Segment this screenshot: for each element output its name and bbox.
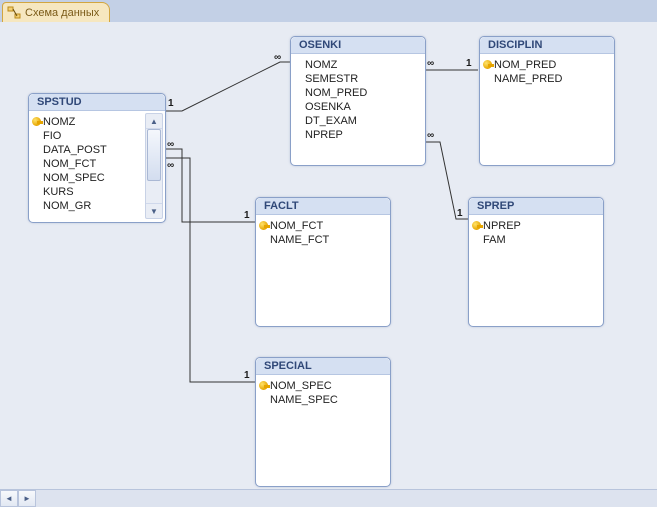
field-semestr[interactable]: SEMESTR [305,72,419,86]
field-nom-gr[interactable]: NOM_GR [43,199,145,213]
field-name-pred[interactable]: NAME_PRED [494,72,608,86]
cardinality-label: 1 [466,58,472,69]
field-nprep[interactable]: NPREP [305,128,419,142]
field-nom-spec[interactable]: NOM_SPEC [270,379,384,393]
table-header: SPSTUD [29,94,165,111]
field-kurs[interactable]: KURS [43,185,145,199]
field-nom-spec[interactable]: NOM_SPEC [43,171,145,185]
table-special[interactable]: SPECIAL NOM_SPEC NAME_SPEC [255,357,391,487]
table-header: DISCIPLIN [480,37,614,54]
table-disciplin[interactable]: DISCIPLIN NOM_PRED NAME_PRED [479,36,615,166]
cardinality-label: ∞ [274,52,281,63]
relationship-canvas[interactable]: 1 ∞ ∞ 1 ∞ 1 ∞ 1 ∞ 1 SPSTUD NOMZ FIO DATA… [0,22,657,490]
cardinality-label: ∞ [427,58,434,69]
field-nom-pred[interactable]: NOM_PRED [494,58,608,72]
field-nomz[interactable]: NOMZ [43,115,145,129]
cardinality-label: ∞ [167,160,174,171]
field-osenka[interactable]: OSENKA [305,100,419,114]
horizontal-scrollbar[interactable]: ◄ ► [0,489,657,507]
field-fio[interactable]: FIO [43,129,145,143]
field-fam[interactable]: FAM [483,233,597,247]
field-dt-exam[interactable]: DT_EXAM [305,114,419,128]
table-osenki[interactable]: OSENKI NOMZ SEMESTR NOM_PRED OSENKA DT_E… [290,36,426,166]
scroll-left-arrow-icon[interactable]: ◄ [0,490,18,507]
cardinality-label: ∞ [167,139,174,150]
cardinality-label: 1 [244,370,250,381]
tab-strip: Схема данных [0,0,657,23]
relationships-icon [7,6,21,20]
field-nprep[interactable]: NPREP [483,219,597,233]
field-name-spec[interactable]: NAME_SPEC [270,393,384,407]
scroll-right-arrow-icon[interactable]: ► [18,490,36,507]
table-faclt[interactable]: FACLT NOM_FCT NAME_FCT [255,197,391,327]
field-name-fct[interactable]: NAME_FCT [270,233,384,247]
scroll-up-arrow-icon[interactable]: ▲ [146,114,162,129]
field-data-post[interactable]: DATA_POST [43,143,145,157]
field-nomz[interactable]: NOMZ [305,58,419,72]
cardinality-label: ∞ [427,130,434,141]
table-sprep[interactable]: SPREP NPREP FAM [468,197,604,327]
cardinality-label: 1 [457,208,463,219]
table-header: FACLT [256,198,390,215]
tab-label: Схема данных [25,7,99,19]
field-nom-fct[interactable]: NOM_FCT [43,157,145,171]
scroll-thumb[interactable] [147,129,161,181]
field-nom-fct[interactable]: NOM_FCT [270,219,384,233]
scrollbar[interactable]: ▲ ▼ [145,113,163,219]
cardinality-label: 1 [244,210,250,221]
table-header: OSENKI [291,37,425,54]
table-header: SPECIAL [256,358,390,375]
tab-schema[interactable]: Схема данных [2,2,110,23]
cardinality-label: 1 [168,98,174,109]
scroll-down-arrow-icon[interactable]: ▼ [146,203,162,218]
table-spstud[interactable]: SPSTUD NOMZ FIO DATA_POST NOM_FCT NOM_SP… [28,93,166,223]
table-header: SPREP [469,198,603,215]
field-nom-pred[interactable]: NOM_PRED [305,86,419,100]
